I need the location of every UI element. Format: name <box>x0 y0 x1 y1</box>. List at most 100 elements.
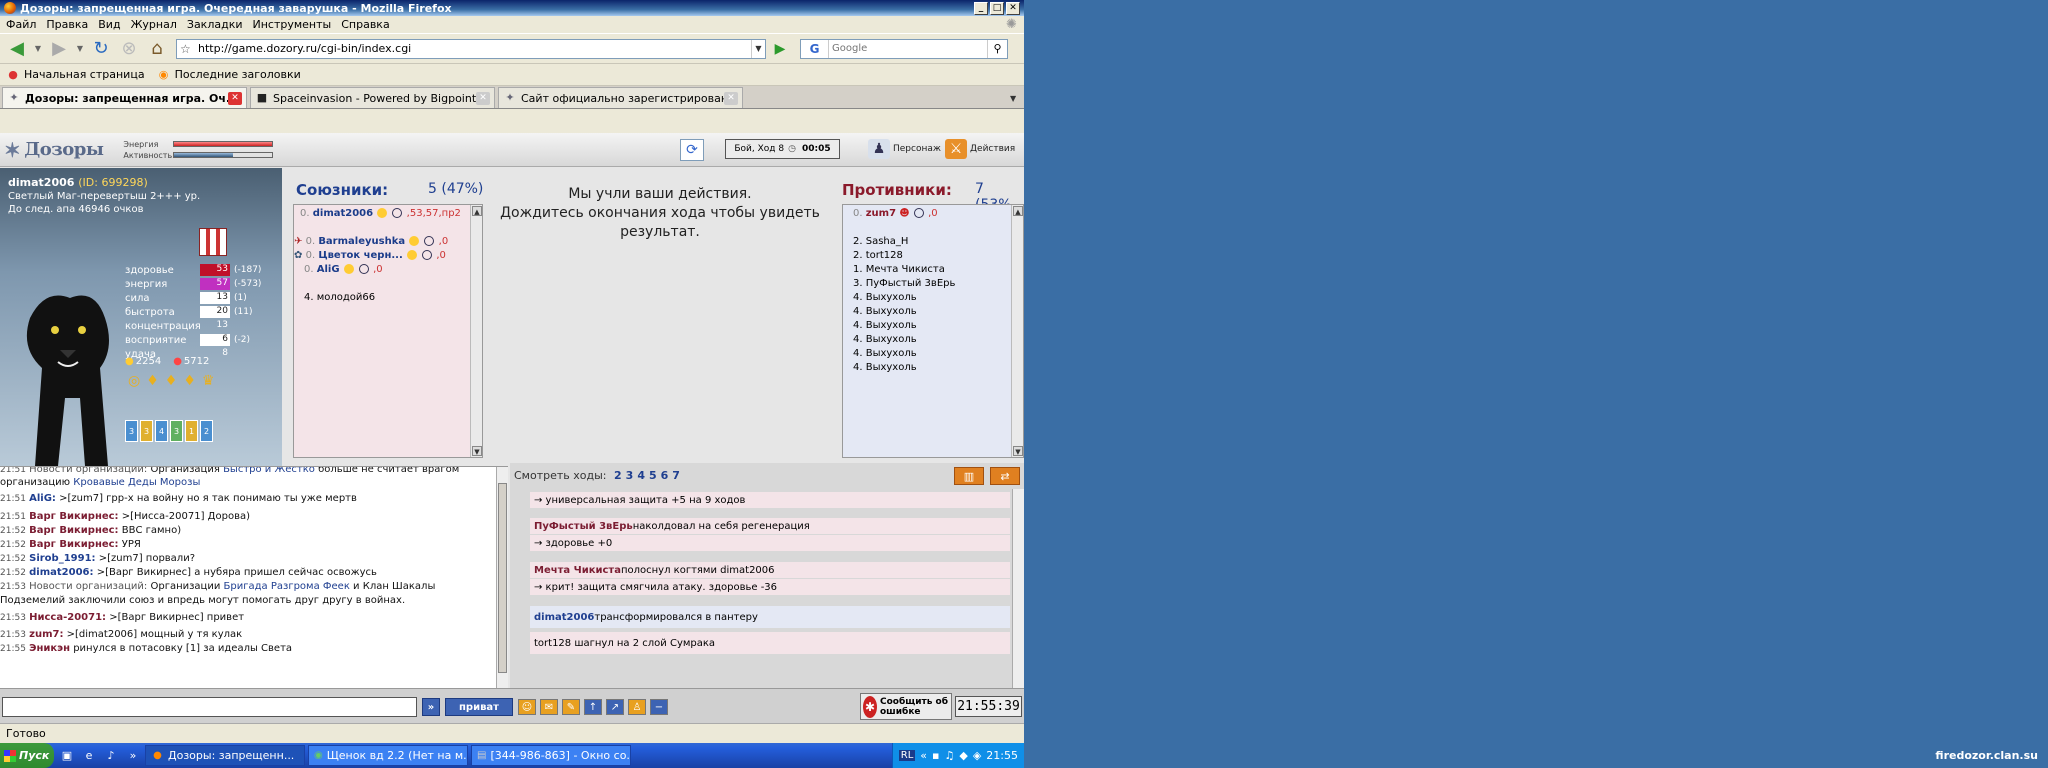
chat-author[interactable]: Варг Викирнес: <box>29 511 118 522</box>
chat-author[interactable]: AliG: <box>29 493 56 504</box>
search-box[interactable]: G ⚲ <box>800 38 1008 59</box>
bubble-icon[interactable]: ✉ <box>540 699 558 715</box>
moves-scrollbar[interactable] <box>1012 489 1024 688</box>
google-icon[interactable]: G <box>801 39 829 58</box>
info-icon[interactable] <box>913 208 924 218</box>
enemy-entry[interactable]: 4. Выхухоль <box>853 306 917 317</box>
chat-message[interactable]: 21:52 Варг Викирнес: УРЯ <box>0 539 141 550</box>
menu-help[interactable]: Справка <box>341 18 389 31</box>
enemies-scrollbar[interactable]: ▲ ▼ <box>1011 205 1023 457</box>
chat-author[interactable]: Новости организаций: <box>29 467 147 475</box>
chat-input[interactable] <box>2 697 417 717</box>
chat-author[interactable]: Варг Викирнес: <box>29 539 118 550</box>
info-icon[interactable] <box>424 236 435 246</box>
inventory-slot[interactable]: 3 <box>140 420 153 442</box>
chat-scrollbar[interactable] <box>496 467 508 688</box>
chat-message[interactable]: 21:51 Новости организаций: Организация Б… <box>0 467 459 475</box>
chat-author[interactable]: Нисса-20071: <box>29 612 106 623</box>
close-tab-icon[interactable]: ✕ <box>724 91 738 105</box>
chat-scroll-thumb[interactable] <box>498 483 507 673</box>
bag-icon[interactable]: ♦ <box>165 373 178 389</box>
move-actor[interactable]: dimat2006 <box>534 612 594 623</box>
stop-icon[interactable]: ⊗ <box>116 37 142 61</box>
bag-icon[interactable]: ♦ <box>146 373 159 389</box>
go-icon[interactable]: ▶ <box>770 39 790 59</box>
tab-registered-site[interactable]: ✦ Сайт официально зарегистрирован... ✕ <box>498 87 743 108</box>
chat-message[interactable]: 21:52 dimat2006: >[Варг Викирнес] а нубя… <box>0 567 377 578</box>
chat-author[interactable]: Варг Викирнес: <box>29 525 118 536</box>
enemy-entry[interactable]: 1. Мечта Чикиста <box>853 264 945 275</box>
chat-link[interactable]: Кровавые Деды Морозы <box>73 477 200 488</box>
inventory-slot[interactable]: 2 <box>200 420 213 442</box>
refresh-battle-icon[interactable]: ⟳ <box>680 139 704 161</box>
search-icon[interactable]: ⚲ <box>987 39 1007 58</box>
chat-link[interactable]: Бригада Разгрома Феек <box>224 581 350 592</box>
coins-icon[interactable]: ◎ <box>128 373 140 389</box>
language-indicator[interactable]: RL <box>898 750 916 761</box>
start-button[interactable]: Пуск <box>0 743 54 768</box>
url-dropdown-icon[interactable]: ▼ <box>751 39 765 58</box>
task-firefox[interactable]: ● Дозоры: запрещенн... <box>145 745 305 766</box>
quicklaunch-more-icon[interactable]: » <box>124 747 142 765</box>
tray-expand-icon[interactable]: « <box>920 749 927 762</box>
enemy-entry[interactable]: 4. Выхухоль <box>853 320 917 331</box>
ally-entry[interactable]: 0. dimat2006 ,53,57,пр2 <box>300 208 461 219</box>
tab-dozory[interactable]: ✦ Дозоры: запрещенная игра. Оч... ✕ <box>2 87 247 108</box>
arrow-up-icon[interactable]: ↑ <box>584 699 602 715</box>
bag-icon[interactable]: ♦ <box>183 373 196 389</box>
task-qip[interactable]: ◉ Щенок вд 2.2 (Нет на м... <box>308 745 468 766</box>
allies-scrollbar[interactable]: ▲ ▼ <box>470 205 482 457</box>
enemy-entry[interactable]: 4. Выхухоль <box>853 362 917 373</box>
enemy-entry[interactable]: 2. tort128 <box>853 250 903 261</box>
private-button[interactable]: приват <box>445 698 513 716</box>
antivirus-icon[interactable]: ◆ <box>959 749 967 762</box>
team-view-icon[interactable]: ▥ <box>954 467 984 485</box>
move-link[interactable]: 7 <box>672 469 680 482</box>
bookmark-start-page[interactable]: ● Начальная страница <box>6 68 144 82</box>
chat-message[interactable]: организацию Кровавые Деды Морозы <box>0 477 200 488</box>
network-icon[interactable]: ▪ <box>932 749 939 762</box>
enemy-entry[interactable]: 3. ПуФыстый 3вЕрь <box>853 278 955 289</box>
person-icon[interactable]: ♙ <box>628 699 646 715</box>
chat-message[interactable]: 21:55 Эникэн ринулся в потасовку [1] за … <box>0 643 292 654</box>
chat-link[interactable]: Быстро и Жестко <box>223 467 315 475</box>
url-bar[interactable]: ☆ ▼ <box>176 38 766 59</box>
chat-message[interactable]: 21:53 Новости организаций: Организации Б… <box>0 581 435 592</box>
inventory-slot[interactable]: 3 <box>125 420 138 442</box>
desktop-icon[interactable]: ▣ <box>58 747 76 765</box>
move-link[interactable]: 6 <box>661 469 669 482</box>
ie-icon[interactable]: e <box>80 747 98 765</box>
info-icon[interactable] <box>422 250 433 260</box>
maximize-button[interactable]: □ <box>990 1 1004 15</box>
chat-message[interactable]: 21:51 Варг Викирнес: >[Нисса-20071] Доро… <box>0 511 250 522</box>
arrow-diag-icon[interactable]: ↗ <box>606 699 624 715</box>
close-tab-icon[interactable]: ✕ <box>228 91 242 105</box>
info-icon[interactable] <box>392 208 403 218</box>
inventory-slot[interactable]: 4 <box>155 420 168 442</box>
swap-view-icon[interactable]: ⇄ <box>990 467 1020 485</box>
enemy-entry[interactable]: 4. Выхухоль <box>853 334 917 345</box>
search-input[interactable] <box>829 43 987 54</box>
send-icon[interactable]: » <box>422 698 440 716</box>
home-icon[interactable]: ⌂ <box>144 37 170 61</box>
tab-spaceinvasion[interactable]: ■ Spaceinvasion - Powered by Bigpoint...… <box>250 87 495 108</box>
move-link[interactable]: 3 <box>626 469 634 482</box>
enemy-entry[interactable]: 0. zum7 ☻ ,0 <box>853 208 938 219</box>
chat-message[interactable]: 21:51 AliG: >[zum7] грр-х на войну но я … <box>0 493 357 504</box>
inventory-slot[interactable]: 3 <box>170 420 183 442</box>
chat-author[interactable]: Sirob_1991: <box>29 553 95 564</box>
ally-entry[interactable]: 0. AliG ,0 <box>304 264 383 275</box>
url-input[interactable] <box>198 42 751 55</box>
menu-edit[interactable]: Правка <box>46 18 88 31</box>
chat-message[interactable]: 21:53 zum7: >[dimat2006] мощный у тя кул… <box>0 629 242 640</box>
ally-entry[interactable]: 4. молодой66 <box>304 292 375 303</box>
character-name[interactable]: dimat2006 (ID: 699298) <box>8 176 148 189</box>
close-button[interactable]: ✕ <box>1006 1 1020 15</box>
shield-icon[interactable]: ◈ <box>973 749 981 762</box>
volume-icon[interactable]: ♫ <box>944 749 954 762</box>
chat-author[interactable]: dimat2006: <box>29 567 93 578</box>
character-button[interactable]: ♟ Персонаж <box>868 139 941 159</box>
back-dropdown-icon[interactable]: ▼ <box>32 37 44 61</box>
tab-list-icon[interactable]: ▼ <box>1010 94 1024 103</box>
forward-icon[interactable]: ▶ <box>46 37 72 61</box>
